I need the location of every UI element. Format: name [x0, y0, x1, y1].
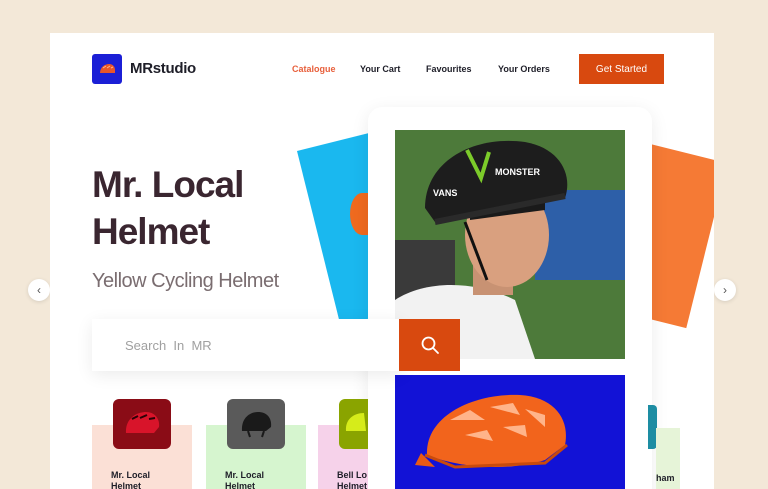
search-input[interactable] [92, 319, 398, 371]
product-label: Bell Lo Helmet [337, 470, 368, 489]
nav-your-cart[interactable]: Your Cart [360, 64, 400, 74]
product-label: Mr. Local Helmet [111, 470, 151, 489]
nav-favourites[interactable]: Favourites [426, 64, 472, 74]
nav-catalogue[interactable]: Catalogue [292, 64, 336, 74]
black-helmet-icon [241, 412, 272, 438]
chevron-right-icon: › [723, 283, 727, 297]
svg-text:MONSTER: MONSTER [495, 167, 541, 177]
orange-helmet-tile[interactable] [395, 375, 625, 489]
landing-page: MRstudio Catalogue Your Cart Favourites … [50, 33, 714, 489]
helmet-icon [100, 64, 115, 73]
brand-logo[interactable] [92, 54, 122, 84]
hero-subtitle: Yellow Cycling Helmet [92, 270, 279, 292]
product-label: Mr. Local Helmet [225, 470, 265, 489]
search-button[interactable] [399, 319, 460, 371]
brand-name: MRstudio [130, 60, 196, 77]
product-thumb [113, 399, 171, 449]
carousel-next-button[interactable]: › [714, 279, 736, 301]
featured-product-panel: MONSTER VANS [368, 107, 652, 489]
hero-title-line-2: Helmet [92, 211, 210, 252]
red-helmet-icon [125, 412, 160, 433]
product-label-partial: ham [656, 473, 675, 483]
search-bar [92, 319, 402, 371]
orange-helmet-image [415, 394, 568, 469]
nav-your-orders[interactable]: Your Orders [498, 64, 550, 74]
hero-title: Mr. Local Helmet [92, 161, 312, 255]
search-icon [421, 336, 439, 354]
get-started-button[interactable]: Get Started [579, 54, 664, 84]
carousel-prev-button[interactable]: ‹ [28, 279, 50, 301]
product-thumb [227, 399, 285, 449]
hero-title-line-1: Mr. Local [92, 164, 244, 205]
chevron-left-icon: ‹ [37, 283, 41, 297]
yellow-helmet-icon [345, 413, 366, 431]
svg-text:VANS: VANS [433, 188, 457, 198]
product-thumb [339, 399, 368, 449]
